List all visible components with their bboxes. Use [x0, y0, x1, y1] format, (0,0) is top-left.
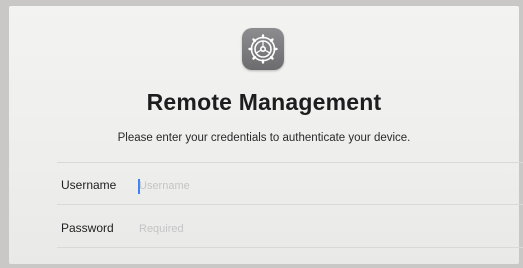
settings-gear-icon	[242, 28, 284, 70]
username-field[interactable]	[139, 177, 439, 195]
remote-management-screen: Remote Management Please enter your cred…	[9, 6, 523, 264]
password-field[interactable]	[139, 220, 439, 238]
password-label: Password	[61, 221, 114, 235]
divider-bottom	[57, 247, 523, 248]
username-label: Username	[61, 178, 117, 192]
page-title: Remote Management	[146, 89, 382, 115]
divider-middle	[57, 204, 523, 205]
page-subtitle: Please enter your credentials to authent…	[117, 132, 411, 144]
divider-top	[57, 162, 523, 163]
